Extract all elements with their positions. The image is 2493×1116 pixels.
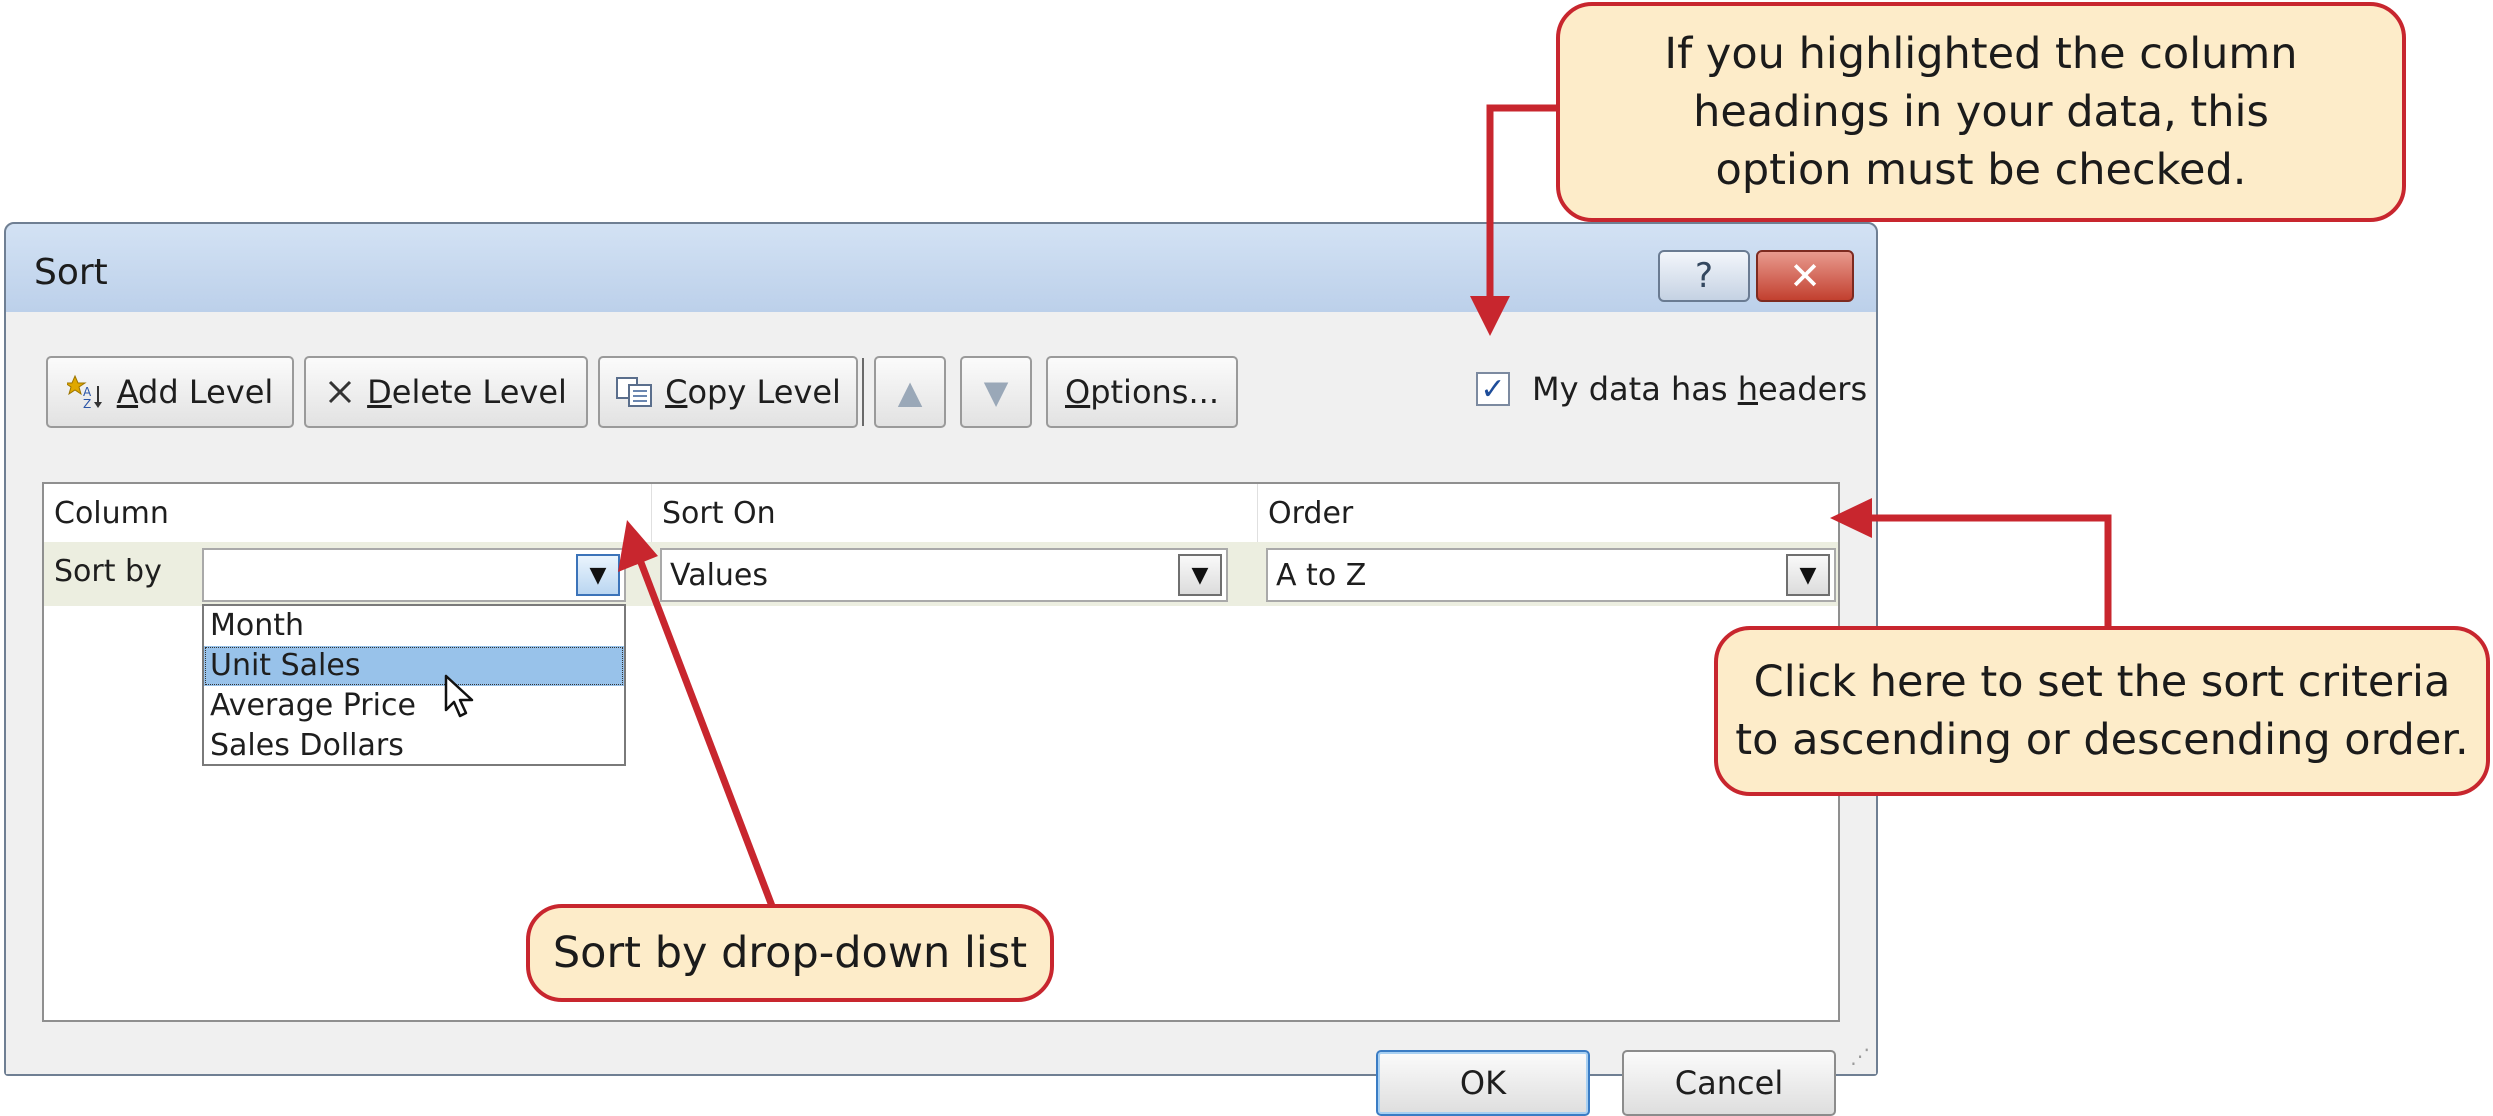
delete-level-button[interactable]: Delete Level [304, 356, 588, 428]
title-bar: Sort ? ✕ [6, 224, 1876, 312]
column-header-order: Order [1268, 495, 1354, 531]
dropdown-option-average-price[interactable]: Average Price [204, 686, 624, 726]
ok-button[interactable]: OK [1376, 1050, 1590, 1116]
callout-headers: If you highlighted the column headings i… [1556, 2, 2406, 222]
dropdown-option-sales-dollars[interactable]: Sales Dollars [204, 726, 624, 766]
delete-level-label: elete Level [391, 373, 567, 411]
copy-icon [616, 377, 653, 407]
order-value: A to Z [1276, 557, 1367, 593]
callout-sortby: Sort by drop-down list [526, 904, 1054, 1002]
dropdown-option-unit-sales[interactable]: Unit Sales [204, 646, 624, 686]
add-level-accel: A [116, 373, 139, 411]
column-header-sort-on: Sort On [652, 484, 1258, 542]
delete-icon [329, 380, 352, 404]
cancel-button[interactable]: Cancel [1622, 1050, 1836, 1116]
move-down-button[interactable]: ▼ [960, 356, 1032, 428]
options-accel: O [1065, 373, 1091, 411]
callout-order: Click here to set the sort criteria to a… [1714, 626, 2490, 796]
headers-checkbox-group: ✓ My data has headers [1476, 370, 1867, 408]
callout-headers-text: If you highlighted the column headings i… [1664, 29, 2298, 195]
copy-level-button[interactable]: Copy Level [598, 356, 858, 428]
svg-text:Z: Z [83, 397, 91, 410]
callout-order-text: Click here to set the sort criteria to a… [1735, 657, 2469, 765]
sort-by-label: Sort by [54, 554, 162, 589]
help-icon: ? [1694, 256, 1714, 296]
dropdown-option-month[interactable]: Month [204, 606, 624, 646]
arrow-order-callout [1868, 514, 2112, 628]
options-button[interactable]: Options... [1046, 356, 1238, 428]
add-level-icon: A Z [66, 374, 102, 410]
order-combo[interactable]: A to Z ▼ [1266, 548, 1836, 602]
column-dropdown-list: Month Unit Sales Average Price Sales Dol… [202, 604, 626, 766]
mouse-cursor-icon [444, 674, 474, 718]
headers-label-post: eaders [1757, 370, 1868, 408]
column-header-column: Column [44, 484, 652, 542]
chevron-down-icon[interactable]: ▼ [1178, 554, 1222, 596]
chevron-down-icon[interactable]: ▼ [1786, 554, 1830, 596]
add-level-label: dd Level [138, 373, 274, 411]
checkmark-icon: ✓ [1480, 371, 1506, 407]
delete-level-accel: D [367, 373, 392, 411]
sort-on-combo[interactable]: Values ▼ [660, 548, 1228, 602]
dialog-title: Sort [34, 252, 108, 293]
chevron-down-icon[interactable]: ▼ [576, 554, 620, 596]
move-up-button[interactable]: ▲ [874, 356, 946, 428]
copy-level-accel: C [665, 373, 688, 411]
help-button[interactable]: ? [1658, 250, 1750, 302]
headers-label-pre: My data has [1532, 370, 1738, 408]
sort-level-row: Sort by ▼ Values ▼ A to Z ▼ [44, 542, 1838, 606]
callout-sortby-text: Sort by drop-down list [552, 928, 1028, 978]
toolbar-separator [862, 358, 864, 426]
copy-level-label: opy Level [687, 373, 841, 411]
headers-checkbox-label[interactable]: My data has headers [1532, 370, 1867, 408]
headers-checkbox[interactable]: ✓ [1476, 371, 1510, 407]
column-combo[interactable]: ▼ [202, 548, 626, 602]
close-icon: ✕ [1789, 254, 1821, 298]
move-down-icon: ▼ [983, 373, 1009, 411]
add-level-button[interactable]: A Z Add Level [46, 356, 294, 428]
move-up-icon: ▲ [897, 373, 923, 411]
headers-label-accel: h [1737, 370, 1758, 408]
close-button[interactable]: ✕ [1756, 250, 1854, 302]
options-label: ptions... [1090, 373, 1219, 411]
resize-grip-icon[interactable]: ⋰ [1850, 1044, 1870, 1068]
sort-on-value: Values [670, 557, 769, 593]
